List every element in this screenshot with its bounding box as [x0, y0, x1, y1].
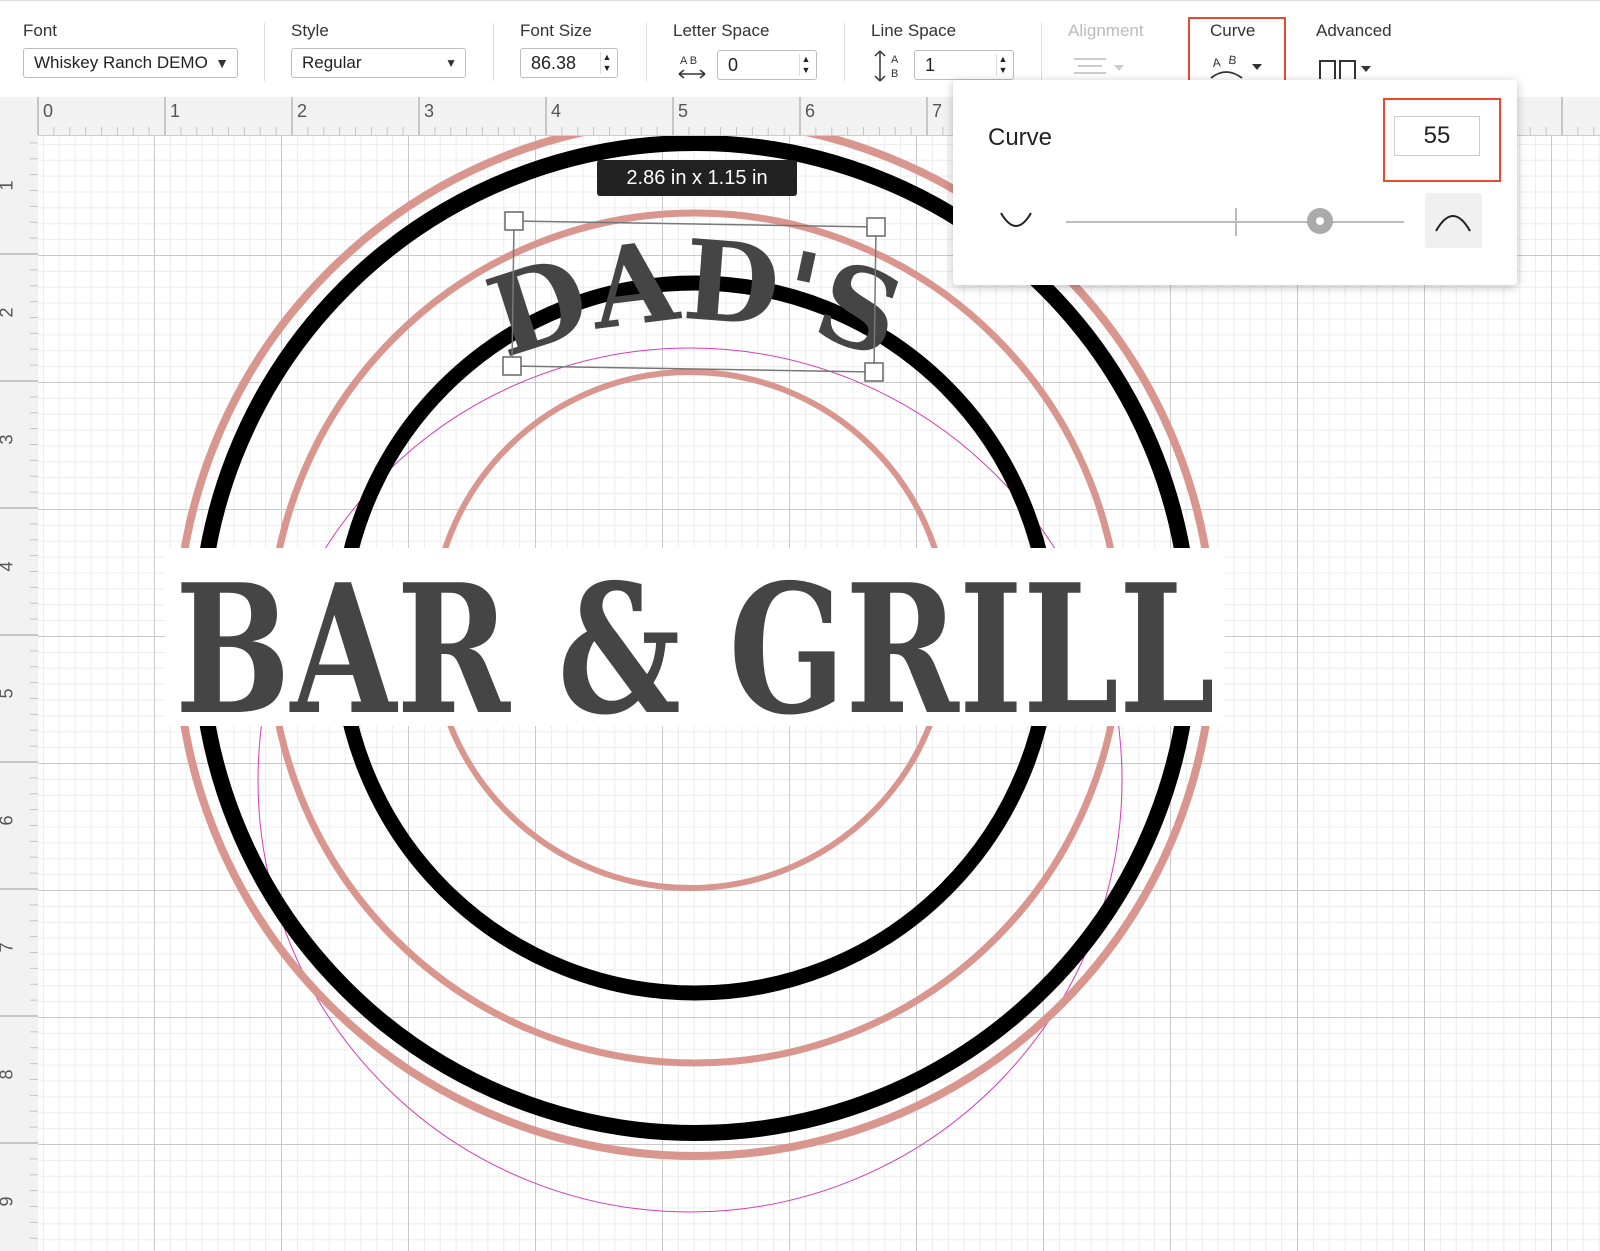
ruler-label: 2 — [0, 307, 18, 317]
curve-popup-title: Curve — [988, 124, 1053, 151]
curve-input-highlight — [1383, 98, 1501, 182]
svg-text:B: B — [891, 68, 898, 80]
svg-text:A B: A B — [680, 55, 697, 67]
line-space-value: 1 — [925, 55, 936, 75]
design-canvas[interactable]: BAR & GRILL DAD'S — [38, 136, 1600, 1251]
line-space-stepper[interactable]: ▲ ▼ — [996, 54, 1009, 76]
resize-handle[interactable] — [504, 211, 524, 231]
line-space-input[interactable]: 1 ▲ ▼ — [914, 50, 1014, 80]
ruler-label: 7 — [932, 101, 943, 121]
divider — [646, 23, 647, 81]
ruler-label: 8 — [0, 1069, 18, 1079]
ruler-label: 2 — [297, 101, 308, 121]
advanced-label: Advanced — [1316, 21, 1392, 40]
resize-handle[interactable] — [866, 217, 886, 237]
ruler-label: 3 — [424, 101, 435, 121]
style-label: Style — [291, 21, 329, 40]
divider — [264, 23, 265, 81]
font-size-value: 86.38 — [531, 53, 577, 73]
svg-text:A: A — [891, 54, 899, 66]
ruler-label: 4 — [0, 561, 18, 571]
style-select-value: Regular — [302, 53, 362, 72]
style-select[interactable]: Regular ▼ — [291, 48, 466, 78]
chevron-down-icon: ▼ — [215, 55, 229, 71]
dimension-label: 2.86 in x 1.15 in — [597, 160, 797, 196]
curve-guide-circle — [257, 347, 1123, 1213]
font-select[interactable]: Whiskey Ranch DEMO ▼ — [23, 48, 238, 78]
divider — [1041, 23, 1042, 81]
font-label: Font — [23, 21, 58, 40]
ruler-vertical: 1 2 3 4 5 6 7 8 9 — [0, 135, 39, 1251]
font-size-label: Font Size — [520, 21, 592, 40]
letter-space-value: 0 — [728, 55, 739, 75]
ruler-label: 9 — [0, 1196, 18, 1206]
letter-space-icon: A B — [676, 53, 708, 86]
resize-handle[interactable] — [864, 362, 884, 382]
curve-slider-handle[interactable] — [1306, 208, 1333, 234]
font-size-stepper[interactable]: ▲ ▼ — [600, 52, 613, 74]
letter-space-input[interactable]: 0 ▲ ▼ — [717, 50, 817, 80]
curved-text-path: DAD'S — [474, 215, 918, 383]
ruler-label: 5 — [678, 101, 689, 121]
main-text[interactable]: BAR & GRILL — [175, 545, 1215, 754]
ruler-label: 0 — [43, 101, 54, 121]
line-space-icon: AB — [872, 49, 902, 88]
curve-down-icon[interactable] — [998, 205, 1034, 235]
letter-space-stepper[interactable]: ▲ ▼ — [799, 54, 812, 76]
divider — [844, 23, 845, 81]
ruler-label: 5 — [0, 688, 18, 698]
curve-up-icon — [1435, 215, 1471, 232]
line-space-label: Line Space — [871, 21, 957, 40]
alignment-label: Alignment — [1068, 21, 1144, 40]
design-artwork: BAR & GRILL DAD'S — [165, 136, 1225, 1213]
font-select-value: Whiskey Ranch DEMO — [34, 53, 208, 72]
resize-handle[interactable] — [502, 356, 522, 376]
curve-popup: Curve — [953, 80, 1517, 285]
curved-text[interactable]: DAD'S — [474, 215, 918, 383]
font-size-input[interactable]: 86.38 ▲ ▼ — [520, 48, 618, 78]
ruler-label: 1 — [170, 101, 181, 121]
ruler-label: 6 — [0, 815, 18, 825]
chevron-down-icon: ▼ — [445, 56, 457, 70]
ruler-label: 1 — [0, 180, 18, 190]
letter-space-label: Letter Space — [673, 21, 770, 40]
ruler-label: 6 — [805, 101, 816, 121]
ruler-label: 4 — [551, 101, 562, 121]
curve-slider-center-mark — [1235, 208, 1237, 236]
ruler-label: 7 — [0, 942, 18, 952]
curve-up-button[interactable] — [1425, 193, 1482, 248]
divider — [493, 23, 494, 81]
ruler-label: 3 — [0, 434, 18, 444]
align-icon[interactable] — [1072, 55, 1128, 82]
